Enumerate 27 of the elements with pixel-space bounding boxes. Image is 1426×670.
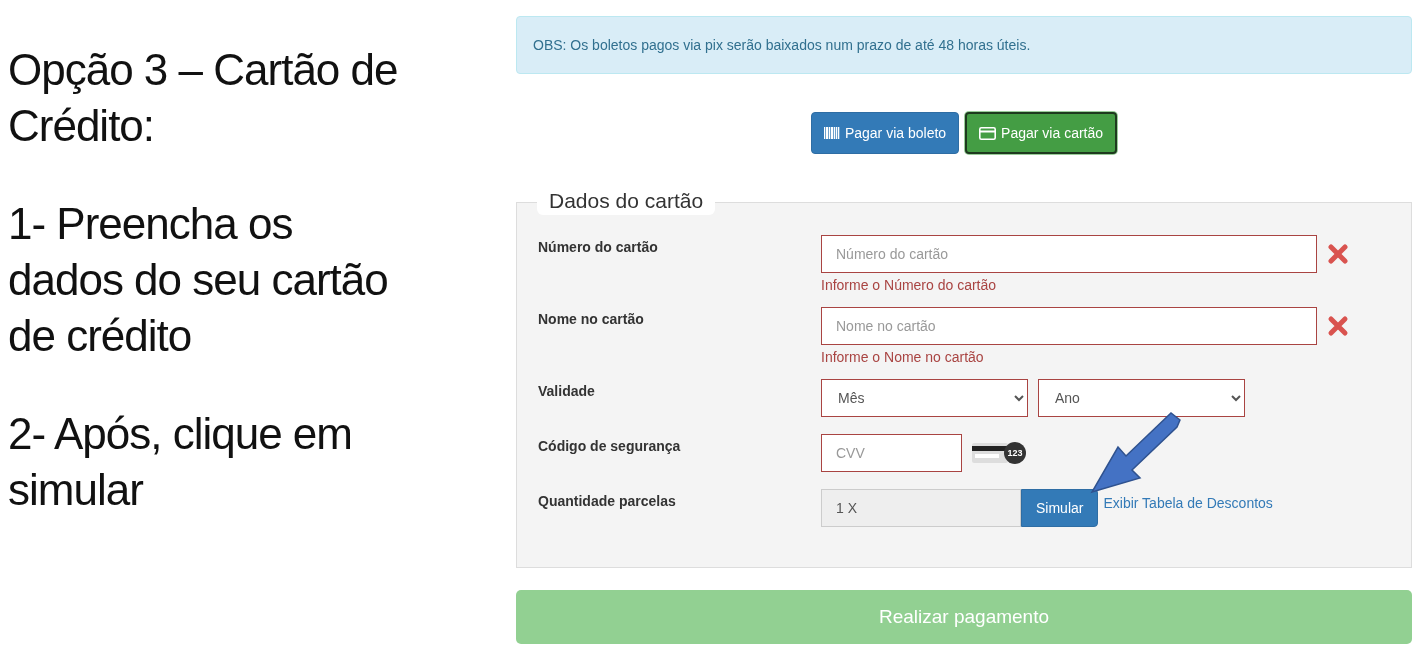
field-label: Validade — [538, 382, 596, 401]
instruction-step: 2- Após, clique em simular — [8, 406, 414, 518]
card-back-icon — [972, 441, 1008, 465]
slide-heading: Opção 3 – Cartão de Crédito: — [8, 44, 399, 152]
field-label: Número do cartão — [538, 238, 659, 257]
error-x-icon — [1327, 243, 1349, 265]
field-label: Código de segurança — [538, 437, 682, 456]
cvv-input-field[interactable]: CVV — [821, 434, 962, 472]
payment-method-button[interactable]: Pagar via cartão — [965, 112, 1118, 154]
info-alert: OBS: Os boletos pagos via pix serão baixados num prazo de até 48 horas úteis. — [516, 16, 1412, 74]
simulate-button[interactable]: Simular — [1021, 489, 1099, 527]
error-x-icon — [1327, 315, 1349, 337]
dropdown-field[interactable]: Ano — [1038, 379, 1245, 417]
error-message: Informe o Nome no cartão — [821, 349, 985, 365]
installments-field: 1 X — [821, 489, 1021, 527]
credit-card-icon — [979, 126, 997, 140]
instruction-step: 1- Preencha os dados do seu cartão de crédito — [8, 196, 414, 364]
discount-table-link[interactable]: Exibir Tabela de Descontos — [1103, 495, 1273, 511]
text-input-field[interactable]: Número do cartão — [821, 235, 1317, 273]
text-input-field[interactable]: Nome no cartão — [821, 307, 1317, 345]
error-message: Informe o Número do cartão — [821, 277, 998, 293]
payment-method-button[interactable]: Pagar via boleto — [810, 112, 960, 154]
dropdown-field[interactable]: Mês — [821, 379, 1028, 417]
field-label: Nome no cartão — [538, 310, 645, 329]
cvv-number-badge: 123 — [1004, 442, 1026, 464]
barcode-icon — [823, 127, 840, 139]
field-label: Quantidade parcelas — [538, 492, 677, 511]
